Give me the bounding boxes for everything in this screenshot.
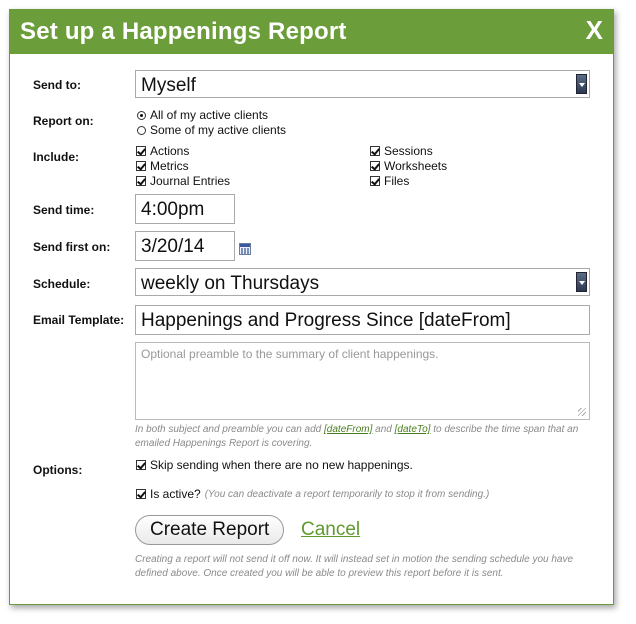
is-active-checkbox[interactable]: Is active? (You can deactivate a report … bbox=[136, 487, 489, 501]
schedule-select[interactable]: weekly on Thursdays bbox=[135, 268, 590, 296]
send-time-label: Send time: bbox=[33, 203, 95, 217]
include-sessions-label: Sessions bbox=[384, 144, 433, 158]
checkbox-checked-icon[interactable] bbox=[136, 489, 146, 499]
checkbox-checked-icon[interactable] bbox=[136, 146, 146, 156]
options-label: Options: bbox=[33, 463, 83, 477]
resize-grip-icon[interactable] bbox=[578, 408, 586, 416]
include-actions-checkbox[interactable]: Actions bbox=[136, 144, 189, 158]
schedule-value: weekly on Thursdays bbox=[141, 273, 320, 294]
send-to-value: Myself bbox=[141, 75, 196, 96]
report-some-label: Some of my active clients bbox=[150, 123, 287, 137]
dialog-titlebar: Set up a Happenings Report X bbox=[10, 10, 613, 54]
skip-sending-checkbox[interactable]: Skip sending when there are no new happe… bbox=[136, 458, 413, 472]
skip-sending-label: Skip sending when there are no new happe… bbox=[150, 458, 413, 472]
checkbox-checked-icon[interactable] bbox=[136, 161, 146, 171]
include-files-checkbox[interactable]: Files bbox=[370, 174, 409, 188]
include-files-label: Files bbox=[384, 174, 410, 188]
checkbox-checked-icon[interactable] bbox=[136, 460, 146, 470]
checkbox-checked-icon[interactable] bbox=[370, 161, 380, 171]
chevron-down-icon[interactable] bbox=[576, 272, 587, 292]
footer-note: Creating a report will not send it off n… bbox=[135, 554, 574, 579]
report-some-radio[interactable]: Some of my active clients bbox=[137, 123, 286, 137]
is-active-label: Is active? bbox=[150, 487, 201, 501]
preamble-textarea[interactable]: Optional preamble to the summary of clie… bbox=[135, 342, 590, 420]
dialog-title: Set up a Happenings Report bbox=[20, 18, 347, 45]
create-report-button[interactable]: Create Report bbox=[135, 515, 285, 545]
report-on-label: Report on: bbox=[33, 114, 94, 128]
checkbox-checked-icon[interactable] bbox=[370, 176, 380, 186]
send-time-input[interactable]: 4:00pm bbox=[135, 194, 235, 224]
report-all-label: All of my active clients bbox=[150, 108, 269, 122]
checkbox-checked-icon[interactable] bbox=[370, 146, 380, 156]
template-hint-and: and bbox=[372, 424, 395, 435]
include-actions-label: Actions bbox=[150, 144, 190, 158]
datefrom-link[interactable]: [dateFrom] bbox=[324, 424, 372, 435]
chevron-down-icon[interactable] bbox=[576, 74, 587, 94]
include-metrics-checkbox[interactable]: Metrics bbox=[136, 159, 189, 173]
include-worksheets-checkbox[interactable]: Worksheets bbox=[370, 159, 447, 173]
template-hint: In both subject and preamble you can add… bbox=[135, 423, 595, 451]
happenings-dialog: Set up a Happenings Report X Send to: My… bbox=[9, 9, 614, 605]
include-metrics-label: Metrics bbox=[150, 159, 189, 173]
email-subject-input[interactable]: Happenings and Progress Since [dateFrom] bbox=[135, 305, 590, 335]
include-journal-checkbox[interactable]: Journal Entries bbox=[136, 174, 230, 188]
is-active-hint: (You can deactivate a report temporarily… bbox=[204, 488, 490, 500]
radio-selected-icon[interactable] bbox=[137, 110, 146, 120]
report-all-radio[interactable]: All of my active clients bbox=[137, 108, 268, 122]
send-to-select[interactable]: Myself bbox=[135, 70, 590, 98]
send-first-on-input[interactable]: 3/20/14 bbox=[135, 231, 235, 261]
include-label: Include: bbox=[33, 150, 80, 164]
checkbox-checked-icon[interactable] bbox=[136, 176, 146, 186]
preamble-placeholder: Optional preamble to the summary of clie… bbox=[141, 347, 439, 361]
include-journal-label: Journal Entries bbox=[150, 174, 231, 188]
send-first-on-label: Send first on: bbox=[33, 240, 111, 254]
cancel-link[interactable]: Cancel bbox=[301, 519, 360, 541]
send-to-label: Send to: bbox=[33, 78, 81, 92]
calendar-icon[interactable] bbox=[239, 243, 251, 255]
schedule-label: Schedule: bbox=[33, 277, 91, 291]
radio-empty-icon[interactable] bbox=[137, 125, 146, 135]
dateto-link[interactable]: [dateTo] bbox=[395, 424, 431, 435]
template-hint-text: In both subject and preamble you can add bbox=[135, 424, 325, 435]
include-worksheets-label: Worksheets bbox=[384, 159, 448, 173]
email-template-label: Email Template: bbox=[33, 313, 125, 327]
close-icon[interactable]: X bbox=[586, 15, 603, 46]
include-sessions-checkbox[interactable]: Sessions bbox=[370, 144, 433, 158]
